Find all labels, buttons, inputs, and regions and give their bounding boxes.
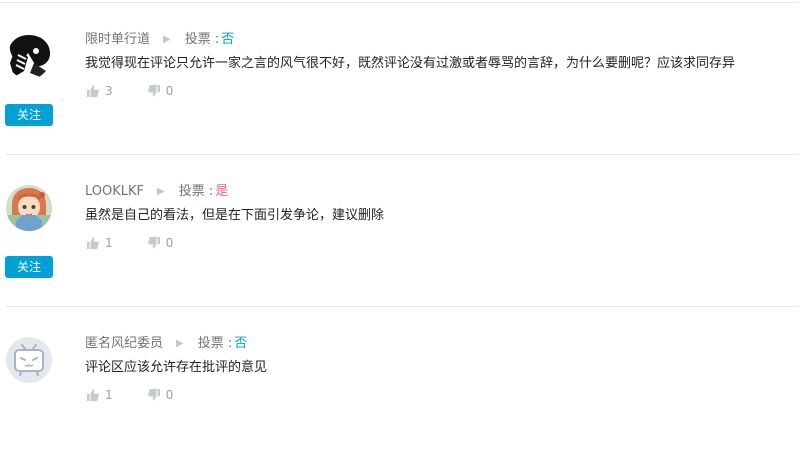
username[interactable]: 限时单行道	[85, 31, 150, 49]
like-button[interactable]: 1	[87, 388, 113, 402]
avatar[interactable]	[6, 185, 52, 231]
like-count: 1	[105, 236, 113, 250]
play-arrow-icon: ▶	[176, 338, 184, 349]
comment-meta: LOOKLKF ▶ 投票 : 是	[85, 183, 228, 201]
avatar[interactable]	[6, 337, 52, 383]
vote-value: 否	[234, 336, 248, 351]
vote-value: 是	[215, 184, 229, 199]
dislike-button[interactable]: 0	[147, 84, 174, 98]
dislike-button[interactable]: 0	[147, 388, 174, 402]
follow-button[interactable]: 关注	[5, 104, 53, 126]
vote-label: 投票 :	[178, 184, 214, 199]
vote-label: 投票 :	[184, 32, 220, 47]
comment-text: 评论区应该允许存在批评的意见	[85, 360, 268, 375]
comment-actions: 1 0	[87, 387, 173, 403]
dislike-count: 0	[165, 388, 174, 402]
thumbs-up-icon	[87, 85, 99, 97]
anime-girl-avatar-icon	[6, 185, 52, 231]
avatar[interactable]	[6, 33, 52, 79]
comment-text: 虽然是自己的看法，但是在下面引发争论，建议删除	[85, 208, 385, 223]
username[interactable]: 匿名风纪委员	[85, 335, 163, 353]
like-button[interactable]: 3	[87, 84, 113, 98]
thumbs-down-icon	[147, 85, 160, 97]
thumbs-down-icon	[147, 237, 160, 249]
like-count: 1	[105, 388, 113, 402]
comment-meta: 匿名风纪委员 ▶ 投票 : 否	[85, 335, 247, 353]
comment-actions: 1 0	[87, 235, 173, 251]
tv-mascot-avatar-icon	[6, 337, 52, 383]
play-arrow-icon: ▶	[157, 186, 165, 197]
thumbs-up-icon	[87, 237, 99, 249]
thumbs-up-icon	[87, 389, 99, 401]
black-white-character-avatar-icon	[6, 33, 52, 79]
thumbs-down-icon	[147, 389, 160, 401]
username[interactable]: LOOKLKF	[85, 183, 144, 201]
comment-item: 关注 限时单行道 ▶ 投票 : 否 我觉得现在评论只允许一家之言的风气很不好，既…	[0, 3, 799, 155]
comment-item: 匿名风纪委员 ▶ 投票 : 否 评论区应该允许存在批评的意见 1 0	[0, 307, 799, 459]
comment-actions: 3 0	[87, 83, 173, 99]
dislike-count: 0	[165, 84, 174, 98]
dislike-count: 0	[165, 236, 174, 250]
comment-meta: 限时单行道 ▶ 投票 : 否	[85, 31, 234, 49]
dislike-button[interactable]: 0	[147, 236, 174, 250]
vote-label: 投票 :	[197, 336, 233, 351]
vote-value: 否	[221, 32, 235, 47]
like-button[interactable]: 1	[87, 236, 113, 250]
like-count: 3	[105, 84, 113, 98]
comment-item: 关注 LOOKLKF ▶ 投票 : 是 虽然是自己的看法，但是在下面引发争论，建…	[0, 155, 799, 307]
follow-button[interactable]: 关注	[5, 256, 53, 278]
comment-text: 我觉得现在评论只允许一家之言的风气很不好，既然评论没有过激或者辱骂的言辞，为什么…	[85, 56, 736, 71]
play-arrow-icon: ▶	[163, 34, 171, 45]
